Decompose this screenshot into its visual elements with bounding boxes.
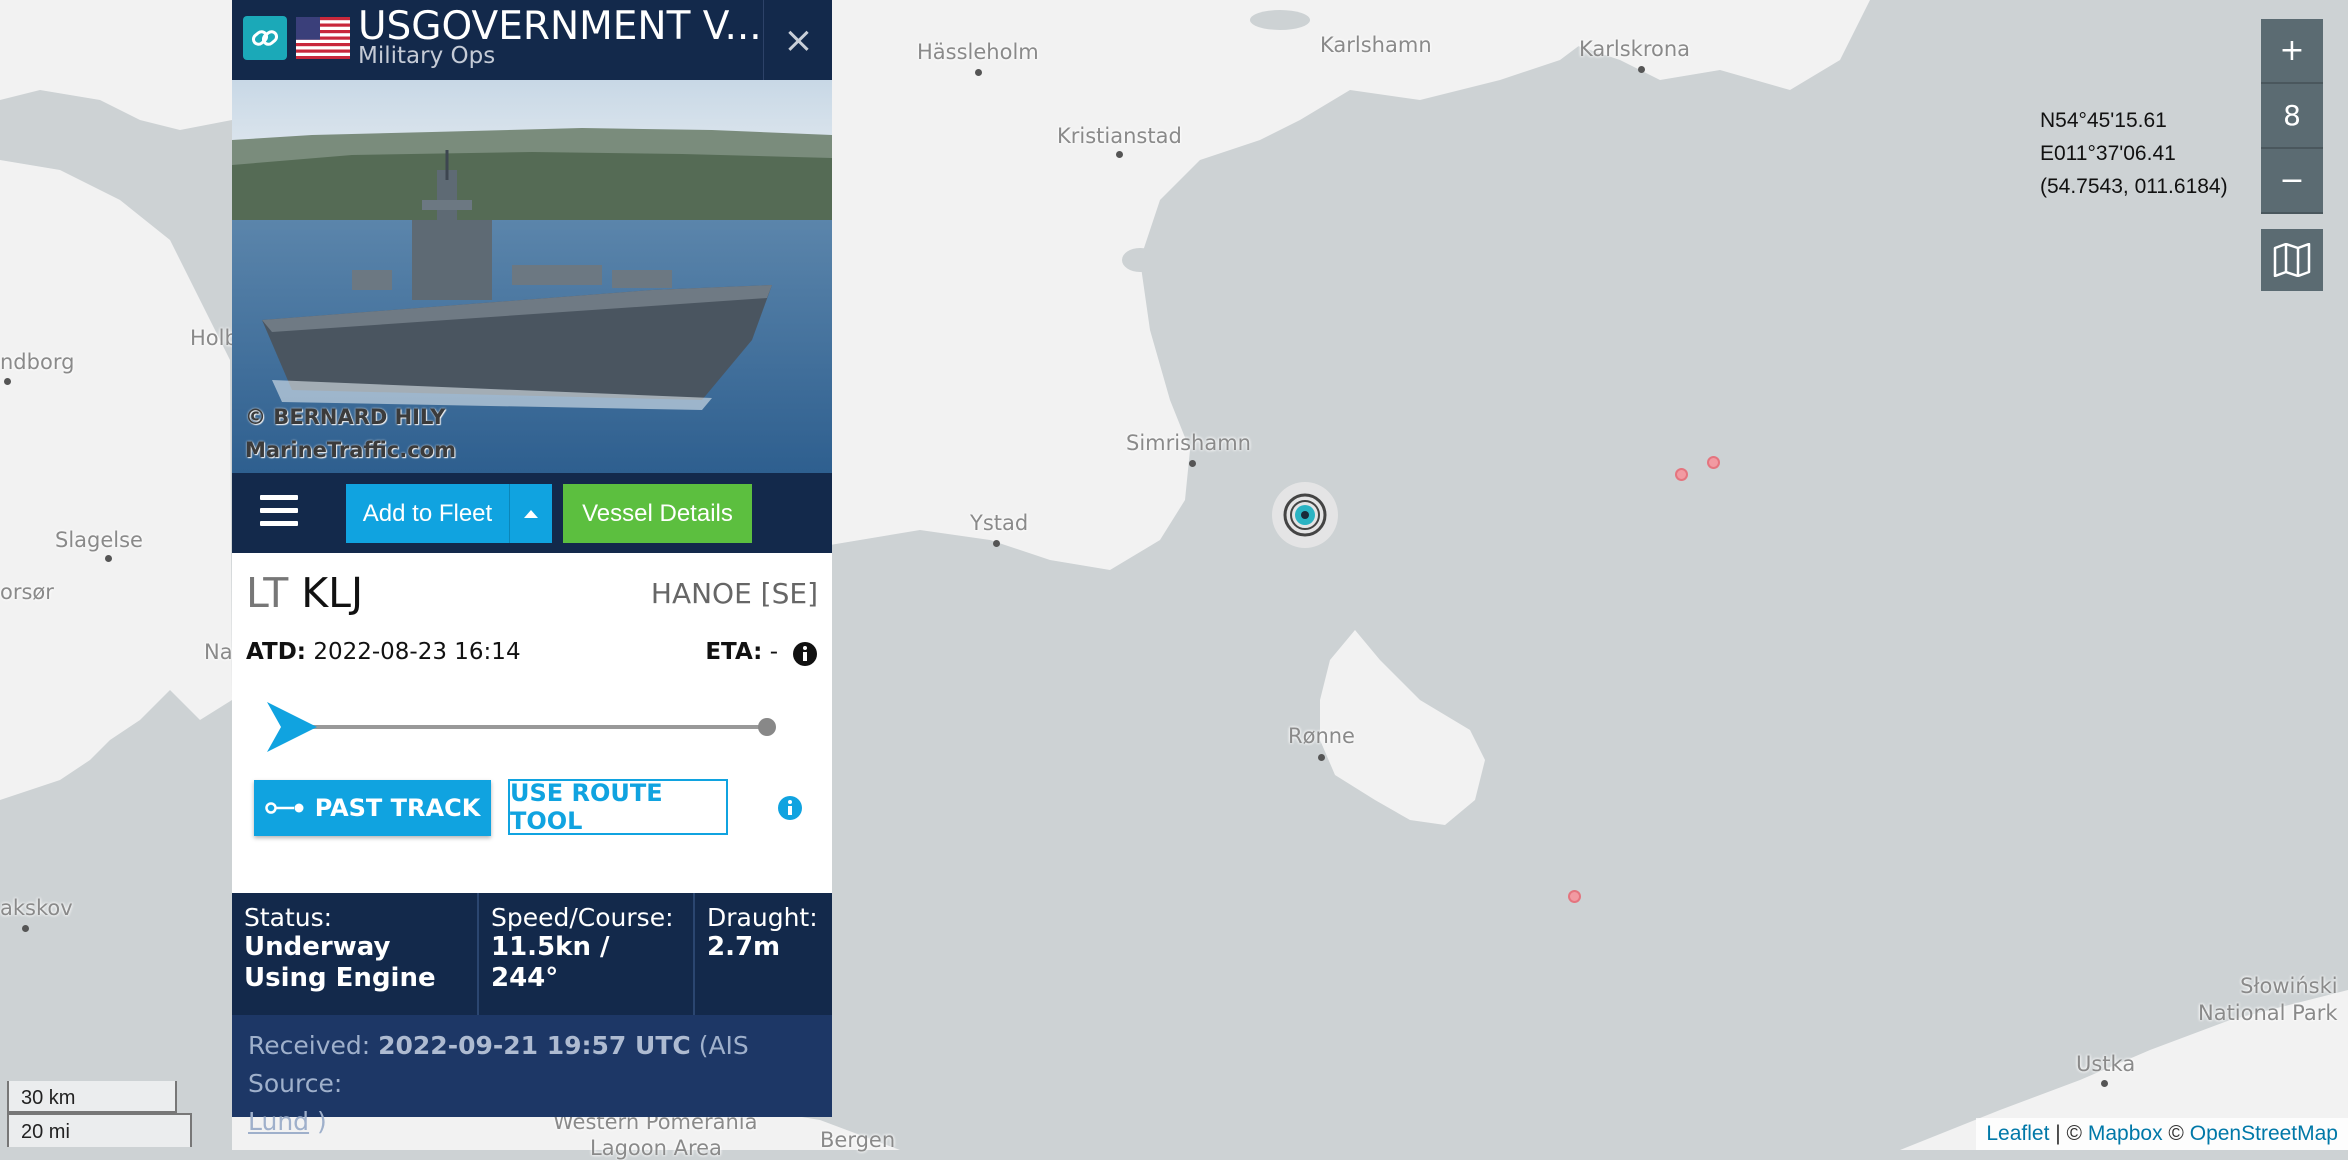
photo-credit-2: MarineTraffic.com — [245, 438, 456, 462]
photo-credit-1: © BERNARD HILY — [245, 405, 446, 429]
place-dot — [975, 69, 982, 76]
destination-port: HANOE [SE] — [650, 577, 818, 610]
place-holb: Holb — [190, 326, 238, 350]
coord-lon: E011°37'06.41 — [2040, 142, 2176, 165]
coord-lat: N54°45'15.61 — [2040, 109, 2167, 132]
eta-value: - — [769, 639, 778, 665]
place-bergen: Bergen — [820, 1128, 896, 1152]
place-dot — [1638, 66, 1645, 73]
place-dot — [1189, 460, 1196, 467]
panel-header: USGOVERNMENT V... Military Ops × — [232, 0, 832, 80]
track-icon — [264, 802, 304, 814]
place-kristianstad: Kristianstad — [1057, 124, 1182, 148]
place-korsor: orsør — [0, 580, 54, 604]
atd: ATD: 2022-08-23 16:14 — [246, 639, 521, 665]
vessel-stats: Status: Underway Using Engine Speed/Cour… — [232, 893, 832, 1015]
other-vessel-marker[interactable] — [1707, 456, 1720, 469]
info-icon[interactable] — [777, 795, 803, 821]
zoom-in-button[interactable]: + — [2261, 19, 2323, 84]
ais-source-suffix: ) — [317, 1107, 327, 1136]
received-info: Received: 2022-09-21 19:57 UTC (AIS Sour… — [232, 1015, 832, 1136]
speed-course-label: Speed/Course: — [491, 903, 674, 932]
place-dot — [2101, 1080, 2108, 1087]
vessel-photo[interactable]: © BERNARD HILY MarineTraffic.com — [232, 80, 832, 473]
voyage-section: LT KLJ HANOE [SE] ATD: 2022-08-23 16:14 … — [232, 553, 832, 893]
add-to-fleet-dropdown[interactable] — [509, 484, 552, 543]
received-label: Received: — [248, 1031, 371, 1060]
add-to-fleet-button[interactable]: Add to Fleet — [346, 484, 509, 543]
status-label: Status: — [244, 903, 333, 932]
place-slagelse: Slagelse — [55, 528, 143, 552]
vessel-progress-icon — [267, 702, 317, 752]
place-slowinski: Słowiński National Park — [2198, 974, 2338, 1025]
place-dot — [22, 925, 29, 932]
attrib-sep: © — [2162, 1122, 2190, 1145]
coordinates-readout: N54°45'15.61 E011°37'06.41 (54.7543, 011… — [2040, 104, 2228, 203]
scale-km: 30 km — [7, 1081, 177, 1113]
coord-decimal: (54.7543, 011.6184) — [2040, 175, 2228, 198]
place-hassleholm: Hässleholm — [917, 40, 1039, 64]
draught-cell: Draught: 2.7m — [695, 893, 832, 1015]
vessel-type: Military Ops — [358, 43, 496, 69]
zoom-level: 8 — [2261, 84, 2323, 149]
mapbox-link[interactable]: Mapbox — [2088, 1122, 2163, 1145]
zoom-control: + 8 − — [2261, 19, 2323, 214]
attrib-sep: | © — [2049, 1122, 2088, 1145]
info-icon[interactable] — [792, 641, 818, 667]
place-dot — [993, 540, 1000, 547]
use-route-tool-button[interactable]: USE ROUTE TOOL — [508, 779, 728, 835]
voyage-progress-bar — [267, 702, 776, 752]
eta-label: ETA: — [705, 639, 763, 665]
atd-label: ATD: — [246, 639, 306, 665]
eta: ETA: - — [705, 639, 778, 665]
menu-icon[interactable] — [260, 495, 298, 531]
vessel-details-button[interactable]: Vessel Details — [563, 484, 752, 543]
us-flag-icon — [296, 17, 350, 59]
caret-up-icon — [524, 509, 538, 518]
map-layers-button[interactable] — [2261, 229, 2323, 291]
other-vessel-marker[interactable] — [1568, 890, 1581, 903]
place-dot — [1116, 151, 1123, 158]
leaflet-link[interactable]: Leaflet — [1986, 1122, 2049, 1145]
past-track-label: PAST TRACK — [314, 794, 481, 822]
past-track-button[interactable]: PAST TRACK — [254, 780, 491, 836]
vessel-info-panel: USGOVERNMENT V... Military Ops × © BERNA… — [232, 0, 832, 1136]
departure-port: LT KLJ — [246, 569, 363, 617]
departure-country: LT — [246, 569, 289, 617]
zoom-out-button[interactable]: − — [2261, 149, 2323, 214]
osm-link[interactable]: OpenStreetMap — [2190, 1122, 2338, 1145]
place-ronne: Rønne — [1288, 724, 1355, 748]
link-icon[interactable] — [243, 16, 287, 60]
received-value: 2022-09-21 19:57 UTC — [378, 1031, 691, 1060]
other-vessel-marker[interactable] — [1675, 468, 1688, 481]
map-icon — [2273, 243, 2311, 277]
draught-value: 2.7m — [707, 932, 781, 962]
departure-port-code: KLJ — [301, 569, 364, 617]
place-dot — [1318, 754, 1325, 761]
status-value: Underway Using Engine — [244, 932, 436, 993]
place-ystad: Ystad — [970, 511, 1029, 535]
place-naestved: Na — [204, 640, 233, 664]
place-karlskrona: Karlskrona — [1579, 37, 1691, 61]
status-cell: Status: Underway Using Engine — [232, 893, 479, 1015]
place-kalundborg: ndborg — [0, 350, 75, 374]
vessel-position-marker[interactable] — [1270, 480, 1340, 550]
panel-toolbar: Add to Fleet Vessel Details — [232, 473, 832, 553]
place-lagoon: Lagoon Area — [590, 1136, 722, 1160]
place-nakskov: akskov — [0, 896, 73, 920]
place-dot — [4, 378, 11, 385]
place-dot — [105, 555, 112, 562]
map-attribution: Leaflet | © Mapbox © OpenStreetMap — [1976, 1118, 2348, 1150]
scale-mi: 20 mi — [7, 1113, 192, 1147]
ais-source-link[interactable]: Lund — [248, 1107, 309, 1136]
speed-course-cell: Speed/Course: 11.5kn / 244° — [479, 893, 695, 1015]
place-karlshamn: Karlshamn — [1320, 33, 1432, 57]
place-simrishamn: Simrishamn — [1126, 431, 1251, 455]
speed-course-value: 11.5kn / 244° — [491, 932, 610, 993]
place-ustka: Ustka — [2076, 1052, 2136, 1076]
draught-label: Draught: — [707, 903, 818, 932]
close-button[interactable]: × — [763, 0, 833, 80]
atd-value: 2022-08-23 16:14 — [313, 639, 521, 665]
